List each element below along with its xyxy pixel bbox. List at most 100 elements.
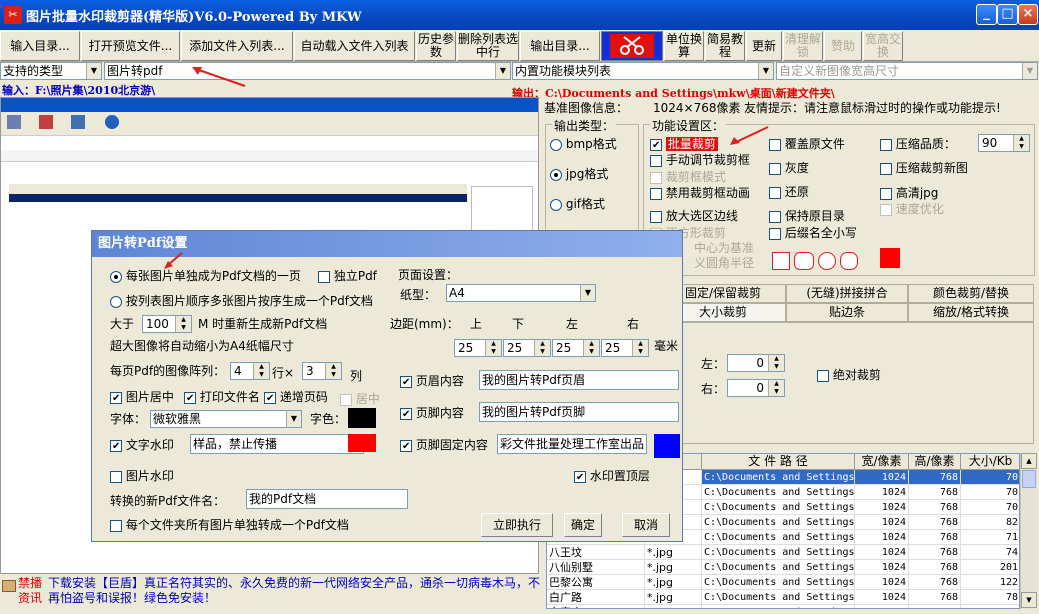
- radio-button[interactable]: [110, 295, 122, 308]
- radio-bmp[interactable]: bmp格式: [550, 135, 617, 152]
- shape-rounded-icon[interactable]: [794, 252, 814, 270]
- news-text[interactable]: 下载安装【巨盾】真正名符其实的、永久免费的新一代网络安全产品，通杀一切病毒木马，…: [48, 576, 542, 606]
- cb-gray[interactable]: 灰度: [769, 159, 809, 176]
- spinner-arrows-icon[interactable]: ▲ ▼: [534, 340, 550, 356]
- crop-left-spinner[interactable]: 0 ▲ ▼: [727, 354, 785, 372]
- run-now-button[interactable]: 立即执行: [481, 513, 553, 537]
- cb-compress-new[interactable]: 压缩裁剪新图: [880, 159, 968, 176]
- checkbox[interactable]: [650, 210, 662, 223]
- cb-overwrite[interactable]: 覆盖原文件: [769, 135, 845, 152]
- tab-edge-strip[interactable]: 贴边条: [786, 303, 908, 322]
- checkbox[interactable]: [769, 210, 781, 223]
- cb-page-number[interactable]: 递增页码: [264, 388, 328, 405]
- scroll-thumb[interactable]: [1022, 470, 1036, 488]
- radio-single-page[interactable]: 每张图片单独成为Pdf文档的一页: [110, 267, 301, 284]
- table-row[interactable]: 白家庄*.jpgC:\Documents and Settings1024768…: [547, 605, 1019, 608]
- checkbox[interactable]: [110, 439, 122, 452]
- modules-select[interactable]: 内置功能模块列表 ▼: [512, 62, 774, 80]
- checkbox[interactable]: [880, 162, 892, 175]
- ok-button[interactable]: 确定: [564, 513, 602, 537]
- checkbox[interactable]: [400, 439, 412, 452]
- new-name-input[interactable]: 我的Pdf文档: [246, 489, 408, 509]
- table-row[interactable]: 八王坟 *.jpg C:\Documents and Settings 1024 768…: [547, 545, 1019, 560]
- cb-lowercase[interactable]: 后缀名全小写: [769, 224, 857, 241]
- bigger-than-spinner[interactable]: 100 ▲ ▼: [142, 315, 192, 333]
- checkbox[interactable]: [318, 270, 330, 283]
- tab-seamless-stitch[interactable]: (无缝)拼接拼合: [786, 284, 908, 303]
- checkbox[interactable]: [650, 154, 662, 167]
- spinner-arrows-icon[interactable]: ▲ ▼: [253, 363, 269, 379]
- cb-independent-pdf[interactable]: 独立Pdf: [318, 267, 377, 284]
- watermark-color-swatch[interactable]: [348, 434, 376, 452]
- simple-tutorial-button[interactable]: 简易教程: [705, 31, 745, 61]
- cb-batch-crop[interactable]: 批量裁剪: [650, 135, 718, 152]
- checkbox[interactable]: [769, 186, 781, 199]
- cb-header[interactable]: 页眉内容: [400, 372, 464, 389]
- custom-size-select[interactable]: 自定义新图像宽高尺寸 ▼: [776, 62, 1038, 80]
- cb-print-filename[interactable]: 打印文件名: [184, 388, 260, 405]
- input-dir-button[interactable]: 输入目录...: [0, 31, 80, 61]
- table-row[interactable]: 八仙别墅 *.jpg C:\Documents and Settings 1024 76…: [547, 560, 1019, 575]
- shape-ellipse-icon[interactable]: [840, 252, 858, 270]
- close-button[interactable]: ×: [1018, 4, 1038, 25]
- table-scrollbar[interactable]: ▲ ▼: [1020, 453, 1037, 609]
- clear-unlock-button[interactable]: 清理解锁: [783, 31, 823, 61]
- sponsor-button[interactable]: 赞助: [824, 31, 862, 61]
- add-to-list-button[interactable]: 添加文件入列表...: [181, 31, 293, 61]
- supported-types-select[interactable]: 支持的类型 ▼: [0, 62, 102, 80]
- font-color-swatch[interactable]: [348, 408, 376, 428]
- open-preview-button[interactable]: 打开预览文件...: [81, 31, 180, 61]
- table-row[interactable]: 巴黎公寓 *.jpg C:\Documents and Settings 1024 76…: [547, 575, 1019, 590]
- checkbox[interactable]: [110, 391, 122, 404]
- footer-fixed-input[interactable]: 彩文件批量处理工作室出品: [497, 434, 647, 454]
- margin-right-spinner[interactable]: 25 ▲ ▼: [601, 339, 649, 357]
- cb-keep-dir[interactable]: 保持原目录: [769, 207, 845, 224]
- margin-left-spinner[interactable]: 25 ▲ ▼: [552, 339, 600, 357]
- scroll-down-icon[interactable]: ▼: [1021, 592, 1037, 608]
- spinner-arrows-icon[interactable]: ▲ ▼: [583, 340, 599, 356]
- history-params-button[interactable]: 历史参数: [416, 31, 456, 61]
- shape-circle-icon[interactable]: [818, 252, 836, 270]
- hw-swap-button[interactable]: 宽高交换: [863, 31, 903, 61]
- checkbox[interactable]: [340, 393, 352, 406]
- checkbox[interactable]: [650, 171, 662, 184]
- color-swatch-red[interactable]: [880, 248, 900, 268]
- auto-load-button[interactable]: 自动载入文件入列表: [294, 31, 415, 61]
- spinner-arrows-icon[interactable]: ▲ ▼: [768, 355, 784, 371]
- cb-manual-crop[interactable]: 手动调节裁剪框: [650, 151, 750, 168]
- convert-mode-select[interactable]: 图片转pdf ▼: [104, 62, 511, 80]
- cb-watermark-top[interactable]: 水印置顶层: [574, 467, 650, 484]
- rows-spinner[interactable]: 4 ▲ ▼: [230, 362, 270, 380]
- cb-quality[interactable]: 压缩品质：: [880, 135, 956, 152]
- paper-select[interactable]: A4 ▼: [446, 284, 596, 302]
- spinner-arrows-icon[interactable]: ▲ ▼: [485, 340, 501, 356]
- cols-spinner[interactable]: 3 ▲ ▼: [302, 362, 342, 380]
- col-header-size[interactable]: 大小/Kb: [961, 454, 1019, 470]
- checkbox[interactable]: [817, 369, 829, 382]
- radio-button[interactable]: [110, 270, 122, 283]
- round-corner-shapes[interactable]: [769, 249, 859, 271]
- checkbox[interactable]: [574, 470, 586, 483]
- minimize-button[interactable]: _: [976, 4, 997, 25]
- spinner-arrows-icon[interactable]: ▲ ▼: [768, 380, 784, 396]
- col-header-width[interactable]: 宽/像素: [855, 454, 909, 470]
- cb-restore[interactable]: 还原: [769, 183, 809, 200]
- col-header-path[interactable]: 文 件 路 径: [702, 454, 855, 470]
- crop-right-spinner[interactable]: 0 ▲ ▼: [727, 379, 785, 397]
- margin-bottom-spinner[interactable]: 25 ▲ ▼: [503, 339, 551, 357]
- unit-convert-button[interactable]: 单位换算: [664, 31, 704, 61]
- font-select[interactable]: 微软雅黑 ▼: [150, 410, 302, 428]
- radio-button[interactable]: [550, 198, 562, 211]
- checkbox[interactable]: [184, 391, 196, 404]
- cb-speed-opt[interactable]: 速度优化: [880, 200, 944, 217]
- quality-spinner[interactable]: 90 ▲ ▼: [978, 134, 1030, 152]
- checkbox[interactable]: [400, 407, 412, 420]
- cb-per-folder[interactable]: 每个文件夹所有图片单独转成一个Pdf文档: [110, 516, 349, 533]
- col-header-height[interactable]: 高/像素: [909, 454, 961, 470]
- checkbox[interactable]: [110, 519, 122, 532]
- spinner-arrows-icon[interactable]: ▲ ▼: [175, 316, 191, 332]
- checkbox[interactable]: [400, 375, 412, 388]
- cb-footer[interactable]: 页脚内容: [400, 404, 464, 421]
- cb-image-watermark[interactable]: 图片水印: [110, 467, 174, 484]
- delete-list-button[interactable]: 删除列表选中行: [457, 31, 519, 61]
